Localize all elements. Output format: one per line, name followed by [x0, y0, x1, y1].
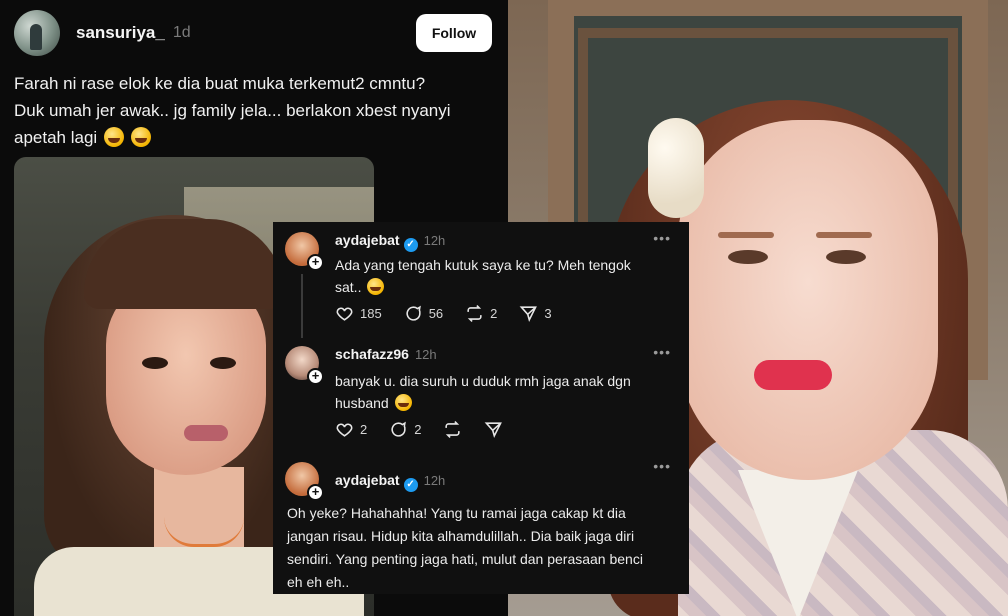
image-mouth: [184, 425, 228, 441]
share-icon: [485, 422, 503, 439]
heart-icon: [336, 307, 353, 321]
repost-button[interactable]: 2: [465, 304, 497, 323]
username-text[interactable]: aydajebat: [335, 472, 400, 488]
photo-lips: [754, 360, 832, 390]
username-text[interactable]: aydajebat: [335, 232, 400, 248]
repost-button[interactable]: [443, 420, 462, 439]
thread-username[interactable]: aydajebat ✓ 12h: [335, 472, 445, 492]
repost-icon: [445, 421, 461, 438]
share-count: 3: [544, 306, 552, 321]
thread-text-line: sendiri. Yang penting jaga hati, mulut d…: [287, 551, 643, 567]
thread-time: 12h: [423, 233, 446, 248]
share-icon: [520, 306, 538, 323]
action-bar: 2 2: [335, 420, 503, 439]
comment-count: 2: [414, 422, 422, 437]
more-icon[interactable]: •••: [653, 230, 671, 246]
image-eye: [142, 357, 168, 369]
thread-text: Oh yeke? Hahahahha! Yang tu ramai jaga c…: [287, 502, 682, 594]
thread-text-line: Ada yang tengah kutuk saya ke tu? Meh te…: [335, 257, 631, 273]
photo-face: [678, 120, 938, 480]
post-time: 1d: [172, 24, 191, 41]
post-header: sansuriya_ 1d Follow: [14, 10, 492, 56]
thread-text-line: banyak u. dia suruh u duduk rmh jaga ana…: [335, 373, 631, 389]
avatar[interactable]: [14, 10, 60, 56]
post-username[interactable]: sansuriya_: [76, 23, 165, 43]
photo-eye: [826, 250, 866, 264]
follow-button[interactable]: Follow: [416, 14, 492, 52]
thread-text: Ada yang tengah kutuk saya ke tu? Meh te…: [335, 254, 675, 298]
comment-icon: [406, 305, 421, 321]
username-text[interactable]: schafazz96: [335, 346, 409, 362]
tongue-emoji-icon: [367, 278, 385, 295]
photo-brow: [816, 232, 872, 238]
more-icon[interactable]: •••: [653, 458, 671, 474]
share-button[interactable]: 3: [519, 304, 552, 323]
heart-icon: [336, 423, 353, 437]
rofl-emoji-icon: [130, 127, 151, 147]
follow-plus-icon[interactable]: +: [307, 484, 324, 501]
like-count: 2: [360, 422, 368, 437]
post-text-segment: apetah lagi: [14, 128, 98, 147]
like-button[interactable]: 2: [335, 420, 367, 439]
verified-badge-icon: ✓: [403, 478, 418, 492]
thread-post: + aydajebat ✓ 12h ••• Oh yeke? Hahahahha! …: [273, 458, 689, 594]
follow-plus-icon[interactable]: +: [307, 368, 324, 385]
thread-time: 12h: [423, 473, 446, 488]
thread-time: 12h: [414, 347, 437, 362]
thread-line: [301, 274, 303, 338]
thread-text-segment: sat..: [335, 279, 362, 295]
repost-icon: [467, 305, 482, 322]
post-text: Farah ni rase elok ke dia buat muka terk…: [14, 70, 504, 151]
share-button[interactable]: [484, 420, 503, 439]
thread-text-line: Oh yeke? Hahahahha! Yang tu ramai jaga c…: [287, 505, 626, 521]
photo-brow: [718, 232, 774, 238]
thread-post: + schafazz96 12h ••• banyak u. dia suruh …: [273, 340, 689, 458]
laughing-emoji-icon: [103, 127, 124, 147]
comment-count: 56: [428, 306, 444, 321]
action-bar: 185 56 2 3: [335, 304, 552, 323]
like-count: 185: [360, 306, 382, 321]
thread-text-segment: husband: [335, 395, 389, 411]
more-icon[interactable]: •••: [653, 344, 671, 360]
thread-text-line: eh eh eh..: [287, 574, 350, 590]
comment-icon: [391, 421, 407, 437]
post-text-line: Duk umah jer awak.. jg family jela... be…: [14, 101, 451, 120]
thread-text-line: jangan risau. Hidup kita alhamdulillah..…: [287, 528, 635, 544]
follow-plus-icon[interactable]: +: [307, 254, 324, 271]
comment-button[interactable]: 56: [404, 304, 443, 323]
photo-scrunchie: [648, 118, 704, 218]
reply-thread-card: + aydajebat ✓ 12h ••• Ada yang tengah kutu…: [273, 222, 689, 594]
thread-username[interactable]: aydajebat ✓ 12h: [335, 232, 445, 252]
photo-eye: [728, 250, 768, 264]
verified-badge-icon: ✓: [403, 238, 418, 252]
post-text-line: apetah lagi: [14, 124, 504, 151]
repost-count: 2: [490, 306, 498, 321]
rofl-emoji-icon: [394, 394, 412, 411]
like-button[interactable]: 185: [335, 304, 382, 323]
thread-text-line: sat..: [335, 276, 675, 298]
thread-post: + aydajebat ✓ 12h ••• Ada yang tengah kutu…: [273, 222, 689, 340]
thread-text: banyak u. dia suruh u duduk rmh jaga ana…: [335, 370, 675, 414]
post-text-line: Farah ni rase elok ke dia buat muka terk…: [14, 74, 426, 93]
image-eye: [210, 357, 236, 369]
thread-text-line: husband: [335, 392, 675, 414]
thread-username[interactable]: schafazz96 12h: [335, 346, 437, 362]
comment-button[interactable]: 2: [389, 420, 421, 439]
